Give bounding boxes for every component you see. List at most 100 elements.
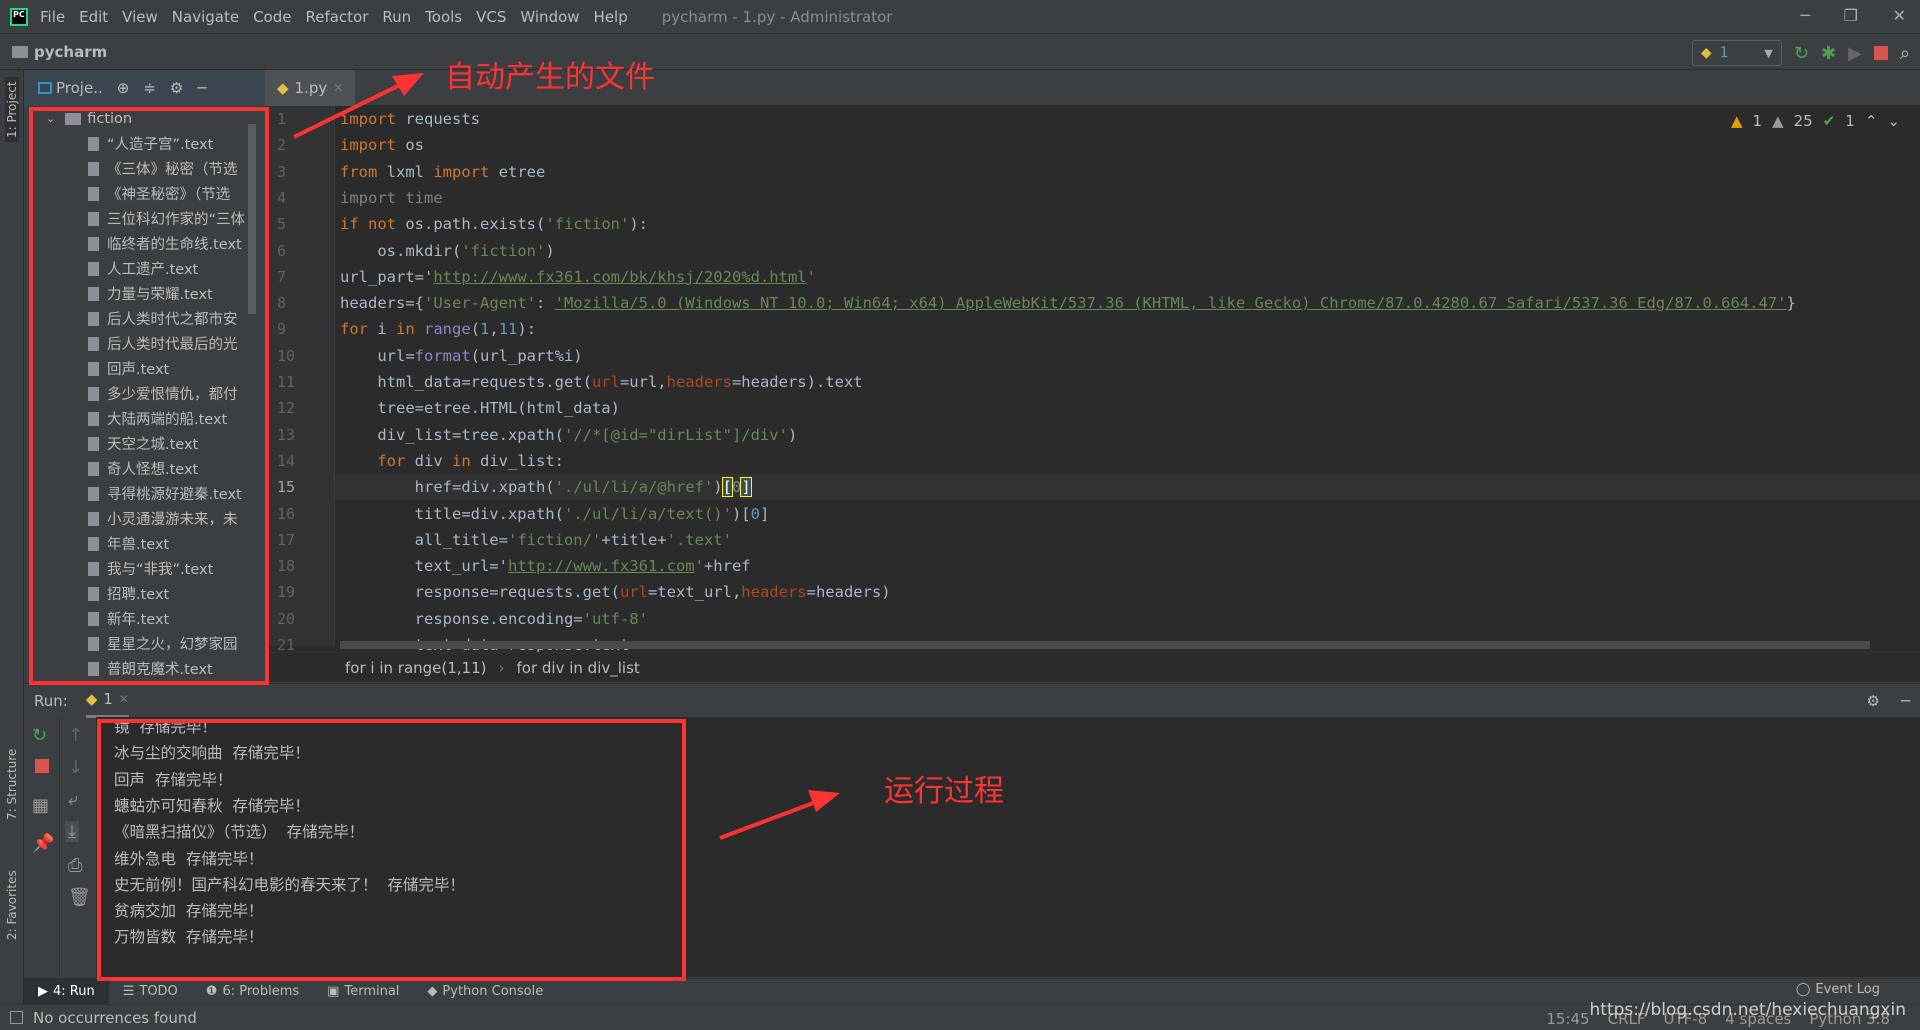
tree-folder-fiction[interactable]: ⌄ fiction (24, 106, 265, 131)
menu-window[interactable]: Window (520, 8, 579, 26)
tool-tab-run[interactable]: ▶ 4: Run (24, 978, 109, 1005)
code-editor[interactable]: 1 2 3 4 5 6 7 8 9 10 11 12 13 14 15 16 17 18 19 20 21 import… (265, 106, 1920, 682)
restore-icon[interactable]: ❐ (1844, 6, 1858, 25)
project-scrollbar[interactable] (248, 124, 256, 314)
scroll-to-end-icon[interactable]: ⤓ (65, 821, 79, 842)
tree-file[interactable]: 星星之火，幻梦家园 (24, 631, 265, 656)
run-tab[interactable]: ◆ 1 ✕ (85, 684, 129, 718)
caret-position[interactable]: 15:45 (1546, 1010, 1589, 1028)
tree-file[interactable]: 回声.text (24, 356, 265, 381)
status-toggle-icon[interactable] (10, 1011, 23, 1024)
tool-tab-terminal[interactable]: ▣ Terminal (313, 979, 413, 1005)
text-file-icon (88, 436, 99, 451)
tree-file[interactable]: 我与“非我”.text (24, 556, 265, 581)
menu-run[interactable]: Run (382, 8, 411, 26)
layout-icon[interactable]: ▦ (32, 795, 49, 816)
gear-icon[interactable]: ⚙ (170, 79, 183, 97)
tool-tab-python-console[interactable]: ◆ Python Console (413, 979, 557, 1005)
breadcrumb-project[interactable]: pycharm (34, 43, 107, 61)
locate-icon[interactable]: ⊕ (117, 79, 130, 97)
code-line: href=div.xpath('./ul/li/a/@href')[0] (340, 474, 752, 500)
arrow-up-icon[interactable]: ↑ (68, 725, 83, 746)
menu-code[interactable]: Code (253, 8, 291, 26)
menu-tools[interactable]: Tools (425, 8, 462, 26)
rerun-icon[interactable]: ↻ (1794, 43, 1809, 64)
tree-file[interactable]: 后人类时代之都市安 (24, 306, 265, 331)
soft-wrap-icon[interactable]: ⤶ (68, 789, 78, 810)
tree-file[interactable]: 后人类时代最后的光 (24, 331, 265, 356)
menu-vcs[interactable]: VCS (476, 8, 506, 26)
project-view-selector[interactable]: Proje.. (38, 79, 103, 97)
next-highlight-icon[interactable]: ⌄ (1887, 112, 1900, 130)
tree-file[interactable]: 招聘.text (24, 581, 265, 606)
console-output[interactable]: 镜 存储完毕！ 冰与尘的交响曲 存储完毕！ 回声 存储完毕！ 蟪蛄亦可知春秋 存储完毕… (96, 717, 1920, 977)
code-token: } (1786, 294, 1796, 313)
tree-file[interactable]: 奇人怪想.text (24, 456, 265, 481)
minimize-icon[interactable]: ─ (1800, 6, 1810, 25)
code-token: import (340, 188, 396, 207)
menu-edit[interactable]: Edit (79, 8, 108, 26)
breadcrumb-item[interactable]: for div in div_list (517, 659, 640, 677)
close-tab-icon[interactable]: ✕ (119, 692, 129, 706)
folder-name: fiction (87, 110, 133, 127)
tree-file[interactable]: 《三体》秘密（节选 (24, 156, 265, 181)
event-log-button[interactable]: ◯ Event Log (1796, 982, 1880, 997)
tree-file[interactable]: 力量与荣耀.text (24, 281, 265, 306)
text-file-icon (88, 236, 99, 251)
tree-file[interactable]: 人工遗产.text (24, 256, 265, 281)
coverage-icon[interactable]: ▶ (1848, 43, 1862, 64)
code-token: if (340, 215, 359, 234)
search-icon[interactable]: ⌕ (1900, 43, 1910, 64)
tool-tab-problems[interactable]: ❶ 6: Problems (192, 979, 313, 1005)
tree-file[interactable]: 年兽.text (24, 531, 265, 556)
menu-view[interactable]: View (122, 8, 158, 26)
code-token: response=requests.get( (340, 583, 620, 602)
hide-icon[interactable]: ─ (1901, 692, 1910, 710)
horizontal-scrollbar[interactable] (340, 641, 1870, 649)
menu-navigate[interactable]: Navigate (172, 8, 239, 26)
tool-tab-todo[interactable]: ☰ TODO (109, 979, 192, 1005)
tree-file[interactable]: 三位科幻作家的“三体 (24, 206, 265, 231)
print-icon[interactable]: ⎙ (68, 855, 82, 876)
tree-file[interactable]: 多少爱恨情仇，都付 (24, 381, 265, 406)
prev-highlight-icon[interactable]: ⌃ (1865, 112, 1878, 130)
trash-icon[interactable]: 🗑 (68, 887, 91, 908)
close-icon[interactable]: ✕ (1893, 6, 1906, 25)
text-file-icon (88, 261, 99, 276)
inspection-widget[interactable]: ▲ 1 ▲ 25 ✔ 1 ⌃ ⌄ (1731, 112, 1900, 130)
menu-refactor[interactable]: Refactor (305, 8, 368, 26)
collapse-all-icon[interactable]: ≑ (143, 79, 156, 97)
hide-icon[interactable]: ─ (197, 79, 206, 97)
rerun-icon[interactable]: ↻ (32, 725, 47, 746)
menu-file[interactable]: File (40, 8, 65, 26)
code-line: response.encoding='utf-8' (340, 606, 648, 632)
structure-tool-tab[interactable]: 7: Structure (5, 749, 19, 820)
tree-file[interactable]: 新年.text (24, 606, 265, 631)
arrow-down-icon[interactable]: ↓ (68, 757, 83, 778)
text-file-icon (88, 636, 99, 651)
gear-icon[interactable]: ⚙ (1867, 692, 1880, 710)
stop-icon[interactable] (35, 759, 49, 773)
tree-file[interactable]: 寻得桃源好避秦.text (24, 481, 265, 506)
tree-file[interactable]: 普朗克魔术.text (24, 656, 265, 681)
stop-icon[interactable] (1873, 46, 1888, 60)
debug-icon[interactable]: ✱ (1821, 43, 1836, 64)
project-icon (38, 82, 52, 94)
run-config-dropdown[interactable]: ◆ 1 ▼ (1691, 40, 1782, 66)
tab-1py[interactable]: ◆ 1.py ✕ (265, 70, 355, 106)
menu-help[interactable]: Help (594, 8, 628, 26)
close-tab-icon[interactable]: ✕ (333, 81, 343, 95)
tree-file[interactable]: 临终者的生命线.text (24, 231, 265, 256)
tree-file[interactable]: 天空之城.text (24, 431, 265, 456)
project-tool-tab[interactable]: 1: Project (5, 77, 19, 142)
code-token: +href (703, 557, 751, 576)
typo-count: 1 (1845, 112, 1855, 130)
code-token: './ul/li/a/text()' (563, 504, 732, 523)
tree-file[interactable]: 小灵通漫游未来，未 (24, 506, 265, 531)
pin-icon[interactable]: 📌 (32, 833, 54, 854)
breadcrumb-item[interactable]: for i in range(1,11) (345, 659, 487, 677)
favorites-tool-tab[interactable]: 2: Favorites (5, 870, 19, 940)
tree-file[interactable]: 《神圣秘密》（节选 (24, 181, 265, 206)
tree-file[interactable]: “人造子宫”.text (24, 131, 265, 156)
tree-file[interactable]: 大陆两端的船.text (24, 406, 265, 431)
